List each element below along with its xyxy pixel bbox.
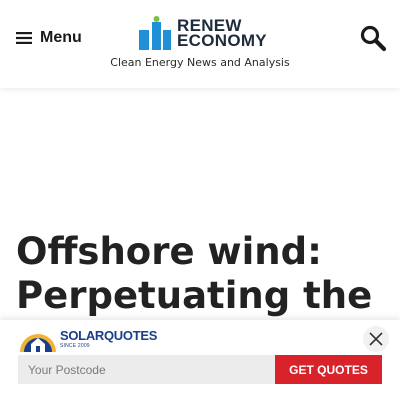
hamburger-icon — [16, 32, 32, 44]
close-bar-button[interactable] — [363, 326, 389, 352]
close-icon — [369, 332, 383, 346]
solarquotes-name: SOLARQUOTES — [60, 328, 158, 343]
menu-label: Menu — [40, 29, 82, 46]
logo-word-economy: ECONOMY — [177, 31, 267, 50]
menu-button[interactable]: Menu — [16, 26, 82, 50]
logo-mark-icon — [139, 16, 171, 50]
solarquotes-since: SINCE 2009 — [60, 343, 90, 349]
ad-placeholder — [0, 88, 400, 228]
postcode-input[interactable] — [18, 355, 275, 384]
solarquotes-logo[interactable]: SOLARQUOTES SINCE 2009 — [18, 326, 157, 352]
headline-line-1: Offshore wind: — [16, 230, 322, 273]
page: Menu RENEW ECONOMY Clean Energy News and… — [0, 0, 400, 400]
site-header: Menu RENEW ECONOMY Clean Energy News and… — [0, 0, 400, 88]
article-headline[interactable]: Offshore wind: Perpetuating the — [16, 230, 386, 318]
search-icon — [360, 25, 387, 52]
headline-line-2: Perpetuating the — [16, 274, 373, 317]
site-logo[interactable]: RENEW ECONOMY — [139, 16, 267, 50]
site-tagline: Clean Energy News and Analysis — [110, 56, 290, 69]
get-quotes-button[interactable]: GET QUOTES — [275, 355, 382, 384]
house-sun-icon — [20, 334, 56, 352]
search-button[interactable] — [359, 24, 387, 52]
